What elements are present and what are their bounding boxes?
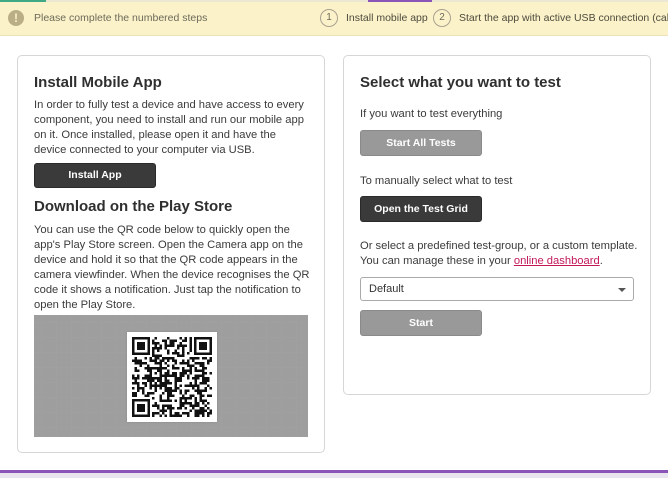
- test-group-select-value: Default: [369, 283, 404, 295]
- start-all-tests-button[interactable]: Start All Tests: [360, 130, 482, 156]
- predefined-text-part2: .: [599, 255, 603, 267]
- test-everything-text: If you want to test everything: [360, 108, 503, 120]
- step-2-number: 2: [433, 9, 451, 27]
- steps-notice-bar: ! Please complete the numbered steps 1 I…: [0, 2, 668, 36]
- test-selection-panel: Select what you want to test If you want…: [343, 55, 651, 395]
- manual-select-text: To manually select what to test: [360, 175, 513, 187]
- qr-code-area: [34, 315, 308, 437]
- qr-code-image: [132, 337, 212, 417]
- test-selection-title: Select what you want to test: [360, 74, 561, 91]
- test-group-select[interactable]: Default: [360, 277, 634, 301]
- qr-code-card: [127, 332, 217, 422]
- start-button[interactable]: Start: [360, 310, 482, 336]
- chevron-down-icon: [618, 288, 626, 292]
- warning-icon: !: [8, 10, 24, 26]
- footer-bar: [0, 473, 668, 478]
- install-description: In order to fully test a device and have…: [34, 99, 304, 156]
- open-test-grid-button[interactable]: Open the Test Grid: [360, 196, 482, 222]
- install-panel: Install Mobile App In order to fully tes…: [17, 55, 325, 453]
- install-title: Install Mobile App: [34, 74, 162, 91]
- online-dashboard-link[interactable]: online dashboard: [514, 255, 600, 267]
- install-app-button[interactable]: Install App: [34, 163, 156, 188]
- step-1-label: Install mobile app: [346, 12, 428, 24]
- predefined-text: Or select a predefined test-group, or a …: [360, 239, 642, 269]
- step-2-label: Start the app with active USB connection…: [459, 12, 668, 24]
- download-description: You can use the QR code below to quickly…: [34, 224, 310, 311]
- download-title: Download on the Play Store: [34, 198, 233, 215]
- step-1-number: 1: [320, 9, 338, 27]
- notice-text: Please complete the numbered steps: [34, 12, 208, 24]
